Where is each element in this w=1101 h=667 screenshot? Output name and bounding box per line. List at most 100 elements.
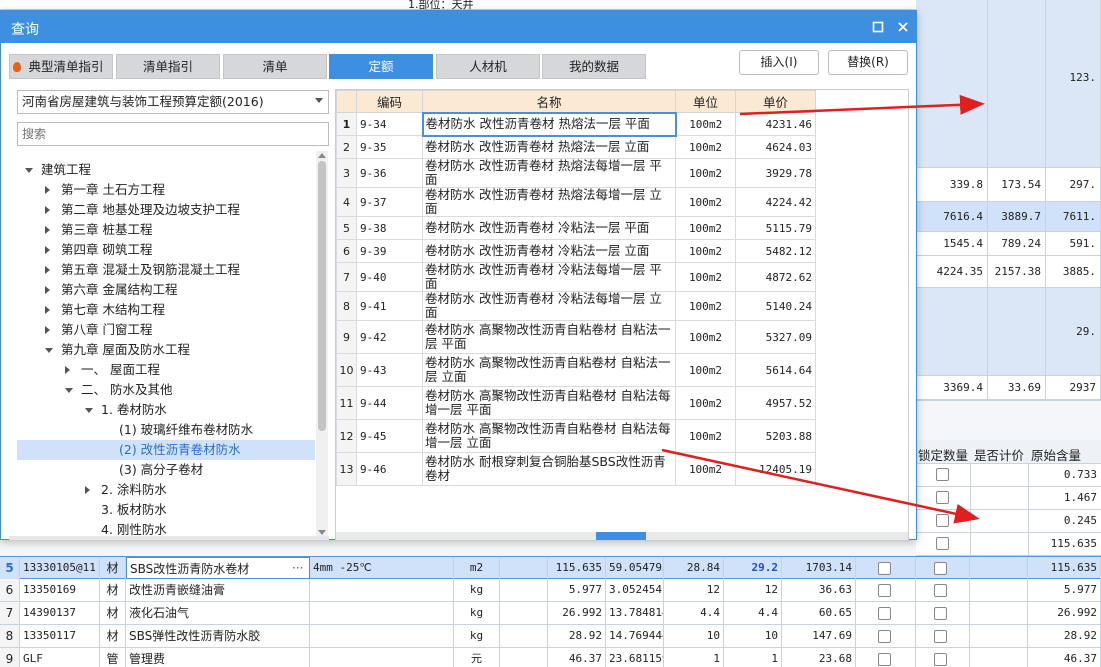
chevron-right-icon[interactable]: [45, 246, 50, 254]
chevron-right-icon[interactable]: [45, 186, 50, 194]
tab-typical-bill-guide[interactable]: 典型清单指引: [9, 54, 113, 79]
row-checkbox[interactable]: [934, 562, 947, 575]
close-icon[interactable]: [894, 18, 912, 36]
table-row[interactable]: 7 9-40 卷材防水 改性沥青卷材 冷粘法每增一层 平面 100m2 4872.62: [336, 262, 816, 292]
material-row[interactable]: 9 GLF 管管理费元 46.37 23.681159 1 1 23.68 46.37: [0, 648, 1101, 667]
table-row[interactable]: 1 9-34 卷材防水 改性沥青卷材 热熔法一层 平面 100m2 4231.46: [336, 111, 816, 137]
material-row[interactable]: 5 13330105@11 材 SBS改性沥青防水卷材 4mm -25℃ m2 115.63…: [0, 556, 1101, 579]
tab-quota[interactable]: 定额: [329, 54, 433, 79]
row-checkbox[interactable]: [878, 607, 891, 620]
chevron-right-icon[interactable]: [45, 266, 50, 274]
table-row[interactable]: 13 9-46 卷材防水 耐根穿刺复合铜胎基SBS改性沥青卷材 100m2 12405.…: [336, 452, 816, 486]
dialog-titlebar[interactable]: 查询: [1, 11, 916, 43]
tab-my-data[interactable]: 我的数据: [542, 54, 646, 79]
tab-bill[interactable]: 清单: [223, 54, 327, 79]
table-row[interactable]: 6 9-39 卷材防水 改性沥青卷材 冷粘法一层 立面 100m2 5482.12: [336, 239, 816, 263]
orig-qty-value: 0.245: [1063, 514, 1097, 527]
row-checkbox[interactable]: [934, 607, 947, 620]
table-row[interactable]: 10 9-43 卷材防水 高聚物改性沥青自粘卷材 自粘法一层 立面 100m2 5614…: [336, 353, 816, 387]
chevron-right-icon[interactable]: [85, 486, 90, 494]
tree-node[interactable]: 第三章 桩基工程: [17, 220, 315, 240]
bg-grid-cell: 4224.35: [916, 256, 988, 288]
cell-unit: 100m2: [675, 135, 736, 159]
chevron-right-icon[interactable]: [45, 306, 50, 314]
table-row[interactable]: 5 9-38 卷材防水 改性沥青卷材 冷粘法一层 平面 100m2 5115.79: [336, 216, 816, 240]
locked-checkbox[interactable]: [936, 514, 949, 527]
row-checkbox[interactable]: [878, 584, 891, 597]
tree-node[interactable]: 2. 涂料防水: [17, 480, 315, 500]
scroll-down-icon[interactable]: [318, 530, 326, 535]
tree-hscrollbar[interactable]: [9, 536, 329, 540]
tree-node[interactable]: 建筑工程: [17, 160, 315, 180]
maximize-icon[interactable]: [869, 18, 887, 36]
cell-name: 卷材防水 高聚物改性沥青自粘卷材 自粘法一层 平面: [422, 320, 676, 354]
material-row[interactable]: 7 14390137 材液化石油气 kg 26.992 13.784814 4.4 4.4 60…: [0, 602, 1101, 625]
table-row[interactable]: 8 9-41 卷材防水 改性沥青卷材 冷粘法每增一层 立面 100m2 5140.24: [336, 291, 816, 321]
quota-library-select[interactable]: 河南省房屋建筑与装饰工程预算定额(2016): [17, 90, 329, 114]
quota-hscrollbar[interactable]: [336, 532, 908, 540]
locked-checkbox[interactable]: [936, 468, 949, 481]
cell-total: 23.68: [782, 648, 856, 667]
row-checkbox[interactable]: [934, 653, 947, 666]
table-row[interactable]: 3 9-36 卷材防水 改性沥青卷材 热熔法每增一层 平面 100m2 3929.78: [336, 158, 816, 188]
tree-node-label: 第七章 木结构工程: [61, 302, 165, 317]
cell-qty: 28.92: [548, 625, 606, 647]
more-options-icon[interactable]: ···: [292, 557, 303, 579]
scroll-thumb[interactable]: [318, 161, 326, 431]
table-row[interactable]: 9 9-42 卷材防水 高聚物改性沥青自粘卷材 自粘法一层 平面 100m2 5327.…: [336, 320, 816, 354]
tree-node[interactable]: (1) 玻璃纤维布卷材防水: [17, 420, 315, 440]
tree-node[interactable]: 4. 刚性防水: [17, 520, 315, 537]
table-row[interactable]: 12 9-45 卷材防水 高聚物改性沥青自粘卷材 自粘法每增一层 立面 100m2 52…: [336, 419, 816, 453]
chevron-right-icon[interactable]: [45, 226, 50, 234]
tree-node[interactable]: 第一章 土石方工程: [17, 180, 315, 200]
search-input[interactable]: [17, 122, 329, 146]
tree-node[interactable]: 1. 卷材防水: [17, 400, 315, 420]
scroll-thumb[interactable]: [596, 532, 646, 540]
row-checkbox[interactable]: [878, 653, 891, 666]
insert-button[interactable]: 插入(I): [739, 50, 819, 75]
tree-scrollbar[interactable]: [316, 151, 328, 537]
tree-node[interactable]: 第六章 金属结构工程: [17, 280, 315, 300]
tree-node[interactable]: (3) 高分子卷材: [17, 460, 315, 480]
chevron-right-icon[interactable]: [45, 286, 50, 294]
chevron-right-icon[interactable]: [45, 206, 50, 214]
tree-node[interactable]: 第七章 木结构工程: [17, 300, 315, 320]
cell-cb3: [970, 602, 1028, 624]
row-checkbox[interactable]: [878, 562, 891, 575]
table-row[interactable]: 4 9-37 卷材防水 改性沥青卷材 热熔法每增一层 立面 100m2 4224.42: [336, 187, 816, 217]
chevron-down-icon[interactable]: [65, 388, 73, 393]
material-row[interactable]: 6 13350169 材改性沥青嵌缝油膏 kg 5.977 3.052454 12 12 36.…: [0, 579, 1101, 602]
tab-label: 典型清单指引: [28, 59, 104, 74]
tree-node[interactable]: 二、 防水及其他: [17, 380, 315, 400]
tree-node[interactable]: 第四章 砌筑工程: [17, 240, 315, 260]
cell-unit: 100m2: [675, 239, 736, 263]
chevron-right-icon[interactable]: [65, 366, 70, 374]
cell-code: 9-38: [356, 216, 423, 240]
chevron-right-icon[interactable]: [45, 326, 50, 334]
scroll-up-icon[interactable]: [318, 153, 326, 158]
replace-button[interactable]: 替换(R): [828, 50, 908, 75]
locked-checkbox[interactable]: [936, 491, 949, 504]
chevron-down-icon[interactable]: [25, 168, 33, 173]
chevron-down-icon[interactable]: [45, 348, 53, 353]
chevron-down-icon[interactable]: [85, 408, 93, 413]
tree-node[interactable]: 第八章 门窗工程: [17, 320, 315, 340]
tree-node[interactable]: 第五章 混凝土及钢筋混凝土工程: [17, 260, 315, 280]
cell-price: 5614.64: [735, 353, 816, 387]
tree-node[interactable]: 第九章 屋面及防水工程: [17, 340, 315, 360]
tree-node[interactable]: 一、 屋面工程: [17, 360, 315, 380]
cell-p2: 1: [724, 648, 782, 667]
tab-bill-guide[interactable]: 清单指引: [116, 54, 220, 79]
cell-blank: [500, 602, 548, 624]
row-checkbox[interactable]: [934, 584, 947, 597]
row-checkbox[interactable]: [934, 630, 947, 643]
table-row[interactable]: 2 9-35 卷材防水 改性沥青卷材 热熔法一层 立面 100m2 4624.03: [336, 135, 816, 159]
locked-checkbox[interactable]: [936, 537, 949, 550]
tree-node[interactable]: 3. 板材防水: [17, 500, 315, 520]
material-row[interactable]: 8 13350117 材 SBS弹性改性沥青防水胶 kg 28.92 14.769444 10…: [0, 625, 1101, 648]
tab-labor-material-machine[interactable]: 人材机: [436, 54, 540, 79]
row-checkbox[interactable]: [878, 630, 891, 643]
tree-node[interactable]: (2) 改性沥青卷材防水: [17, 440, 315, 460]
tree-node[interactable]: 第二章 地基处理及边坡支护工程: [17, 200, 315, 220]
table-row[interactable]: 11 9-44 卷材防水 高聚物改性沥青自粘卷材 自粘法每增一层 平面 100m2 49…: [336, 386, 816, 420]
